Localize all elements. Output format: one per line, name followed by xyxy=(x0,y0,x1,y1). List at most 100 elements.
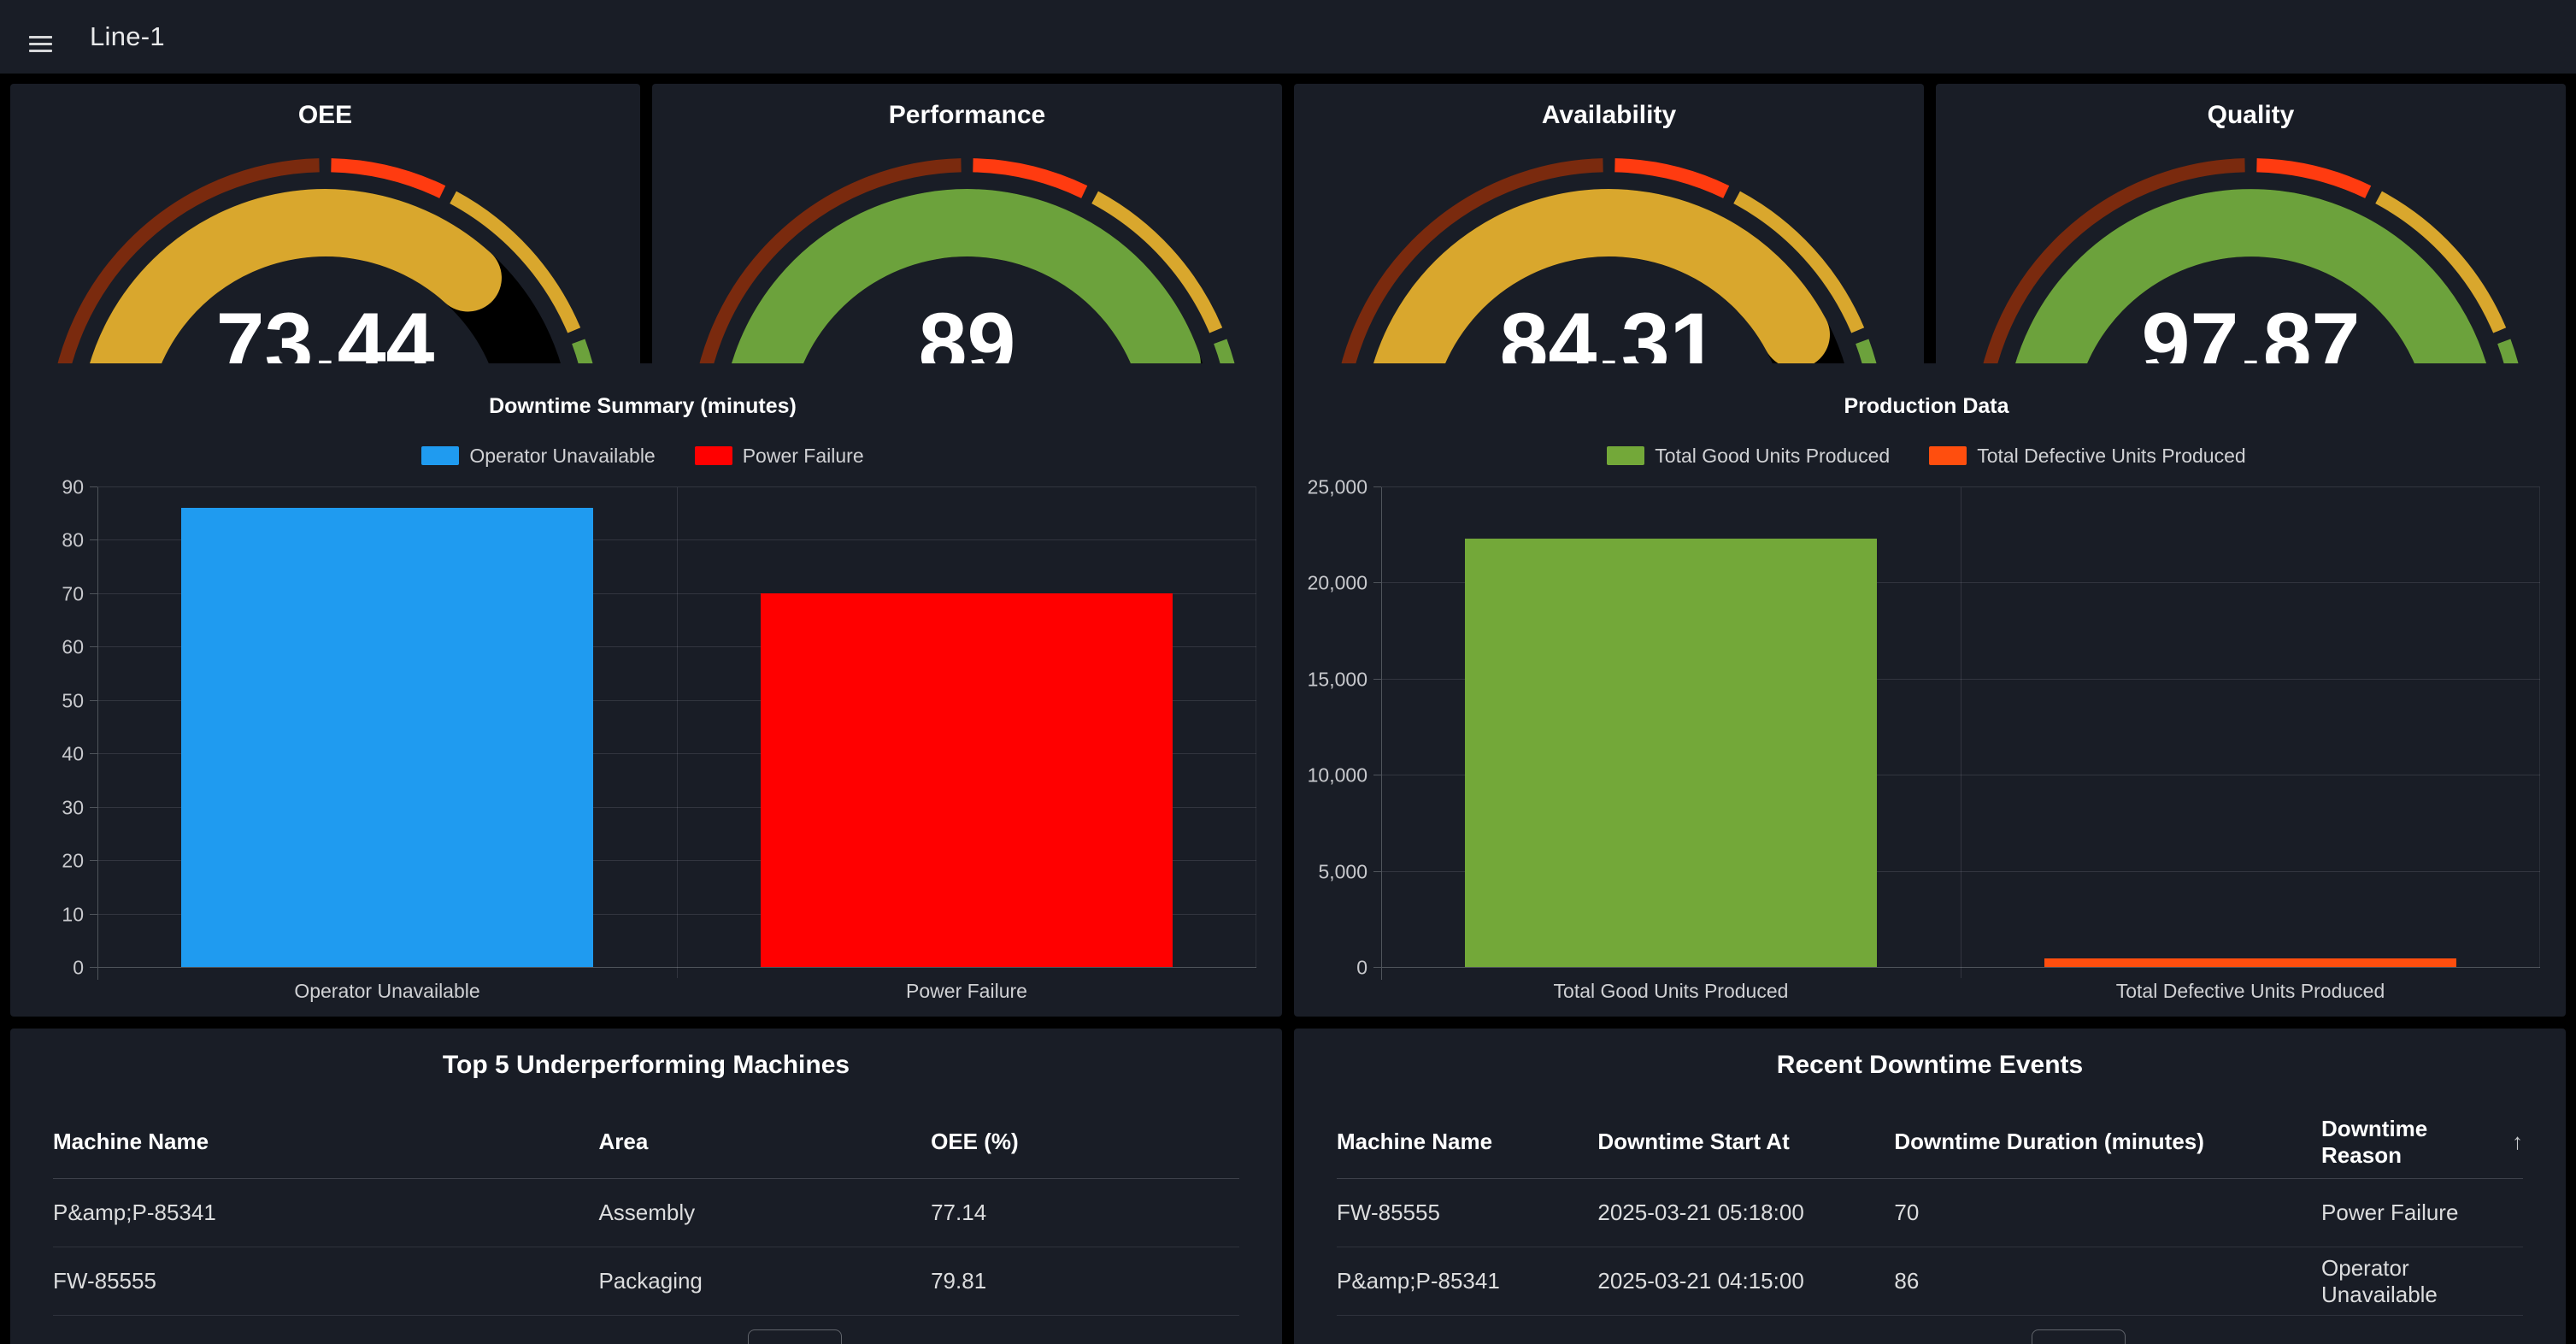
table-cell: Operator Unavailable xyxy=(2321,1255,2523,1308)
table-title-downtime-events: Recent Downtime Events xyxy=(1337,1051,2523,1080)
chart-title-downtime: Downtime Summary (minutes) xyxy=(29,394,1256,419)
table-cell: 70 xyxy=(1894,1200,2321,1226)
dashboard-body: OEE 73.440100 Performance 890100 Availab… xyxy=(0,74,2576,1344)
downtime-chart-legend: Operator Unavailable Power Failure xyxy=(29,445,1256,467)
pagination-button[interactable] xyxy=(748,1329,842,1344)
topbar: Line-1 xyxy=(0,0,2576,74)
panel-downtime-summary: Downtime Summary (minutes) Operator Unav… xyxy=(10,363,1282,1017)
y-tick-label: 25,000 xyxy=(1308,476,1367,499)
y-tick-label: 50 xyxy=(62,689,84,712)
y-axis-tick xyxy=(90,807,97,808)
table-cell: P&amp;P-85341 xyxy=(1337,1268,1597,1294)
y-axis-tick xyxy=(90,486,97,487)
x-category-label: Operator Unavailable xyxy=(97,980,677,1003)
chart-title-production: Production Data xyxy=(1313,394,2540,419)
y-axis-tick xyxy=(90,914,97,915)
column-header-machine-name[interactable]: Machine Name xyxy=(1337,1129,1597,1155)
table-cell: FW-85555 xyxy=(1337,1200,1597,1226)
x-axis-line xyxy=(90,967,1256,968)
y-axis-line xyxy=(97,487,98,980)
y-tick-label: 0 xyxy=(1356,957,1367,980)
y-axis-tick xyxy=(90,539,97,540)
column-header-machine-name[interactable]: Machine Name xyxy=(53,1129,598,1155)
downtime-plot-area xyxy=(97,487,1256,968)
table-cell: P&amp;P-85341 xyxy=(53,1200,598,1226)
table-row-section: Top 5 Underperforming Machines Machine N… xyxy=(10,1029,2566,1344)
legend-label: Operator Unavailable xyxy=(469,445,655,468)
bar-operator-unavailable[interactable] xyxy=(181,508,592,967)
y-axis-tick xyxy=(90,593,97,594)
gauge-row: OEE 73.440100 Performance 890100 Availab… xyxy=(10,84,2566,351)
table-cell: 2025-03-21 05:18:00 xyxy=(1597,1200,1894,1226)
legend-label: Total Good Units Produced xyxy=(1655,445,1890,468)
gauge-threshold-segment xyxy=(1614,165,1726,192)
pagination-button[interactable] xyxy=(2032,1329,2126,1344)
table-header: Machine NameDowntime Start At Downtime Du… xyxy=(1337,1105,2523,1179)
legend-item[interactable]: Total Good Units Produced xyxy=(1607,445,1890,467)
x-category-label: Total Defective Units Produced xyxy=(1961,980,2540,1003)
y-axis-tick xyxy=(90,860,97,861)
y-tick-label: 40 xyxy=(62,743,84,766)
column-header-oee-[interactable]: OEE (%) xyxy=(931,1129,1239,1155)
x-category-label: Power Failure xyxy=(677,980,1256,1003)
table-row: FW-855552025-03-21 05:18:0070Power Failu… xyxy=(1337,1179,2523,1247)
table-cell: Packaging xyxy=(598,1268,931,1294)
column-header-label: Area xyxy=(598,1129,648,1155)
panel-production-data: Production Data Total Good Units Produce… xyxy=(1294,363,2566,1017)
sort-ascending-icon: ↑ xyxy=(2512,1129,2523,1155)
gauge-threshold-segment xyxy=(973,165,1084,192)
hamburger-icon xyxy=(29,36,52,38)
y-axis-tick xyxy=(1373,967,1381,968)
bar-power-failure[interactable] xyxy=(761,593,1172,967)
panel-title-performance: Performance xyxy=(652,101,1282,130)
table-row: P&amp;P-85341Assembly77.14 xyxy=(53,1179,1239,1247)
y-axis-tick xyxy=(1373,582,1381,583)
column-header-downtime-reason[interactable]: Downtime Reason ↑ xyxy=(2321,1116,2523,1169)
y-tick-label: 20,000 xyxy=(1308,572,1367,595)
table-body: P&amp;P-85341Assembly77.14FW-85555Packag… xyxy=(53,1179,1239,1316)
x-axis-labels: Total Good Units ProducedTotal Defective… xyxy=(1381,980,2540,1003)
y-tick-label: 10,000 xyxy=(1308,764,1367,787)
legend-label: Power Failure xyxy=(743,445,864,468)
menu-toggle-button[interactable] xyxy=(29,28,52,46)
column-header-downtime-duration-minutes-[interactable]: Downtime Duration (minutes) xyxy=(1894,1129,2321,1155)
legend-swatch xyxy=(695,446,732,465)
legend-item[interactable]: Total Defective Units Produced xyxy=(1929,445,2246,467)
category-divider-line xyxy=(677,487,678,978)
y-tick-label: 0 xyxy=(73,957,84,980)
y-axis-labels: 0102030405060708090 xyxy=(29,487,97,968)
x-category-label: Total Good Units Produced xyxy=(1381,980,1961,1003)
x-axis-line xyxy=(1373,967,2540,968)
panel-title-oee: OEE xyxy=(10,101,640,130)
y-tick-label: 90 xyxy=(62,476,84,499)
legend-item[interactable]: Power Failure xyxy=(695,445,864,467)
column-header-area[interactable]: Area xyxy=(598,1129,931,1155)
table-cell: FW-85555 xyxy=(53,1268,598,1294)
gauge-threshold-segment xyxy=(2256,165,2367,192)
y-tick-label: 15,000 xyxy=(1308,668,1367,691)
table-cell: 2025-03-21 04:15:00 xyxy=(1597,1268,1894,1294)
panel-title-availability: Availability xyxy=(1294,101,1924,130)
y-axis-tick xyxy=(1373,871,1381,872)
y-tick-label: 30 xyxy=(62,796,84,819)
column-header-label: Downtime Start At xyxy=(1597,1129,1789,1155)
panel-recent-downtime-events: Recent Downtime Events Machine NameDownt… xyxy=(1294,1029,2566,1344)
bar-total-defective-units-produced[interactable] xyxy=(2044,958,2455,967)
legend-item[interactable]: Operator Unavailable xyxy=(421,445,655,467)
y-axis-tick xyxy=(90,967,97,968)
table-row: FW-85555Packaging79.81 xyxy=(53,1247,1239,1316)
panel-title-quality: Quality xyxy=(1936,101,2566,130)
bar-total-good-units-produced[interactable] xyxy=(1465,539,1876,967)
y-axis-tick xyxy=(90,700,97,701)
column-header-label: Downtime Reason xyxy=(2321,1116,2503,1169)
column-header-label: Downtime Duration (minutes) xyxy=(1894,1129,2204,1155)
table-cell: 86 xyxy=(1894,1268,2321,1294)
y-tick-label: 80 xyxy=(62,529,84,552)
y-tick-label: 60 xyxy=(62,636,84,659)
legend-swatch xyxy=(1607,446,1644,465)
column-header-label: OEE (%) xyxy=(931,1129,1019,1155)
y-tick-label: 20 xyxy=(62,850,84,873)
table-cell: 77.14 xyxy=(931,1200,1239,1226)
y-axis-tick xyxy=(1373,679,1381,680)
column-header-downtime-start-at[interactable]: Downtime Start At xyxy=(1597,1129,1894,1155)
